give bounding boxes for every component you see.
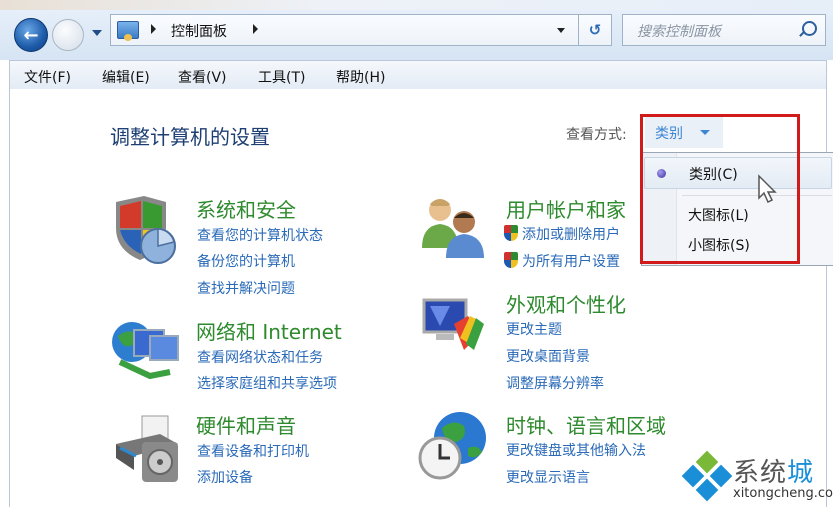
back-button[interactable]: ←: [14, 18, 48, 52]
menu-help[interactable]: 帮助(H): [336, 67, 385, 87]
menu-view[interactable]: 查看(V): [178, 67, 227, 87]
category-link[interactable]: 调整屏幕分辨率: [506, 373, 604, 393]
menu-edit[interactable]: 编辑(E): [102, 67, 150, 87]
network-icon[interactable]: [110, 318, 182, 390]
refresh-icon: ↺: [588, 21, 602, 39]
search-input[interactable]: 搜索控制面板: [637, 21, 721, 41]
breadcrumb-control-panel[interactable]: 控制面板: [171, 21, 227, 41]
mouse-cursor-icon: [758, 174, 777, 204]
category-link[interactable]: 添加或删除用户: [504, 224, 620, 244]
users-icon[interactable]: [418, 192, 490, 264]
watermark-brand: 系统城: [733, 458, 815, 488]
category-title[interactable]: 硬件和声音: [196, 410, 296, 439]
search-icon[interactable]: [802, 21, 817, 36]
appearance-icon[interactable]: [420, 294, 492, 366]
uac-shield-icon: [504, 252, 518, 268]
category-link[interactable]: 添加设备: [197, 467, 253, 487]
breadcrumb-chevron-icon[interactable]: [151, 24, 156, 34]
category-link[interactable]: 查看网络状态和任务: [197, 347, 323, 367]
category-link[interactable]: 查看设备和打印机: [197, 441, 309, 461]
category-link[interactable]: 为所有用户设置: [504, 251, 620, 271]
recent-pages-dropdown[interactable]: [92, 30, 102, 36]
arrow-left-icon: ←: [23, 24, 39, 46]
watermark-logo: 系统城 xitongcheng.com: [681, 450, 833, 507]
category-title[interactable]: 网络和 Internet: [196, 316, 342, 345]
page-title: 调整计算机的设置: [110, 125, 270, 149]
category-link[interactable]: 备份您的计算机: [197, 251, 295, 271]
category-link[interactable]: 查找并解决问题: [197, 278, 295, 298]
control-panel-icon: [117, 21, 139, 41]
breadcrumb-chevron-icon[interactable]: [253, 24, 258, 34]
globe-clock-icon[interactable]: [418, 408, 490, 480]
uac-shield-icon: [504, 225, 518, 241]
category-link[interactable]: 更改桌面背景: [506, 346, 590, 366]
view-by-label: 查看方式:: [566, 127, 627, 143]
menu-tools[interactable]: 工具(T): [258, 67, 305, 87]
category-link[interactable]: 更改主题: [506, 319, 562, 339]
address-bar[interactable]: 控制面板: [110, 14, 580, 46]
category-title[interactable]: 时钟、语言和区域: [506, 410, 666, 439]
category-title[interactable]: 系统和安全: [196, 194, 296, 223]
menu-bar: 文件(F) 编辑(E) 查看(V) 工具(T) 帮助(H): [9, 60, 827, 90]
category-link[interactable]: 更改显示语言: [506, 467, 590, 487]
printer-icon[interactable]: [112, 412, 184, 484]
shield-icon[interactable]: [108, 194, 180, 266]
refresh-button[interactable]: ↺: [578, 14, 612, 46]
category-link[interactable]: 选择家庭组和共享选项: [197, 373, 337, 393]
address-dropdown-icon[interactable]: [557, 28, 565, 33]
category-title[interactable]: 外观和个性化: [506, 289, 626, 318]
category-link[interactable]: 查看您的计算机状态: [197, 225, 323, 245]
forward-button[interactable]: [52, 19, 84, 51]
category-link[interactable]: 更改键盘或其他输入法: [506, 440, 646, 460]
menu-file[interactable]: 文件(F): [24, 67, 71, 87]
category-title[interactable]: 用户帐户和家: [506, 194, 626, 223]
search-box[interactable]: 搜索控制面板: [622, 14, 826, 46]
watermark-url: xitongcheng.com: [733, 486, 833, 501]
